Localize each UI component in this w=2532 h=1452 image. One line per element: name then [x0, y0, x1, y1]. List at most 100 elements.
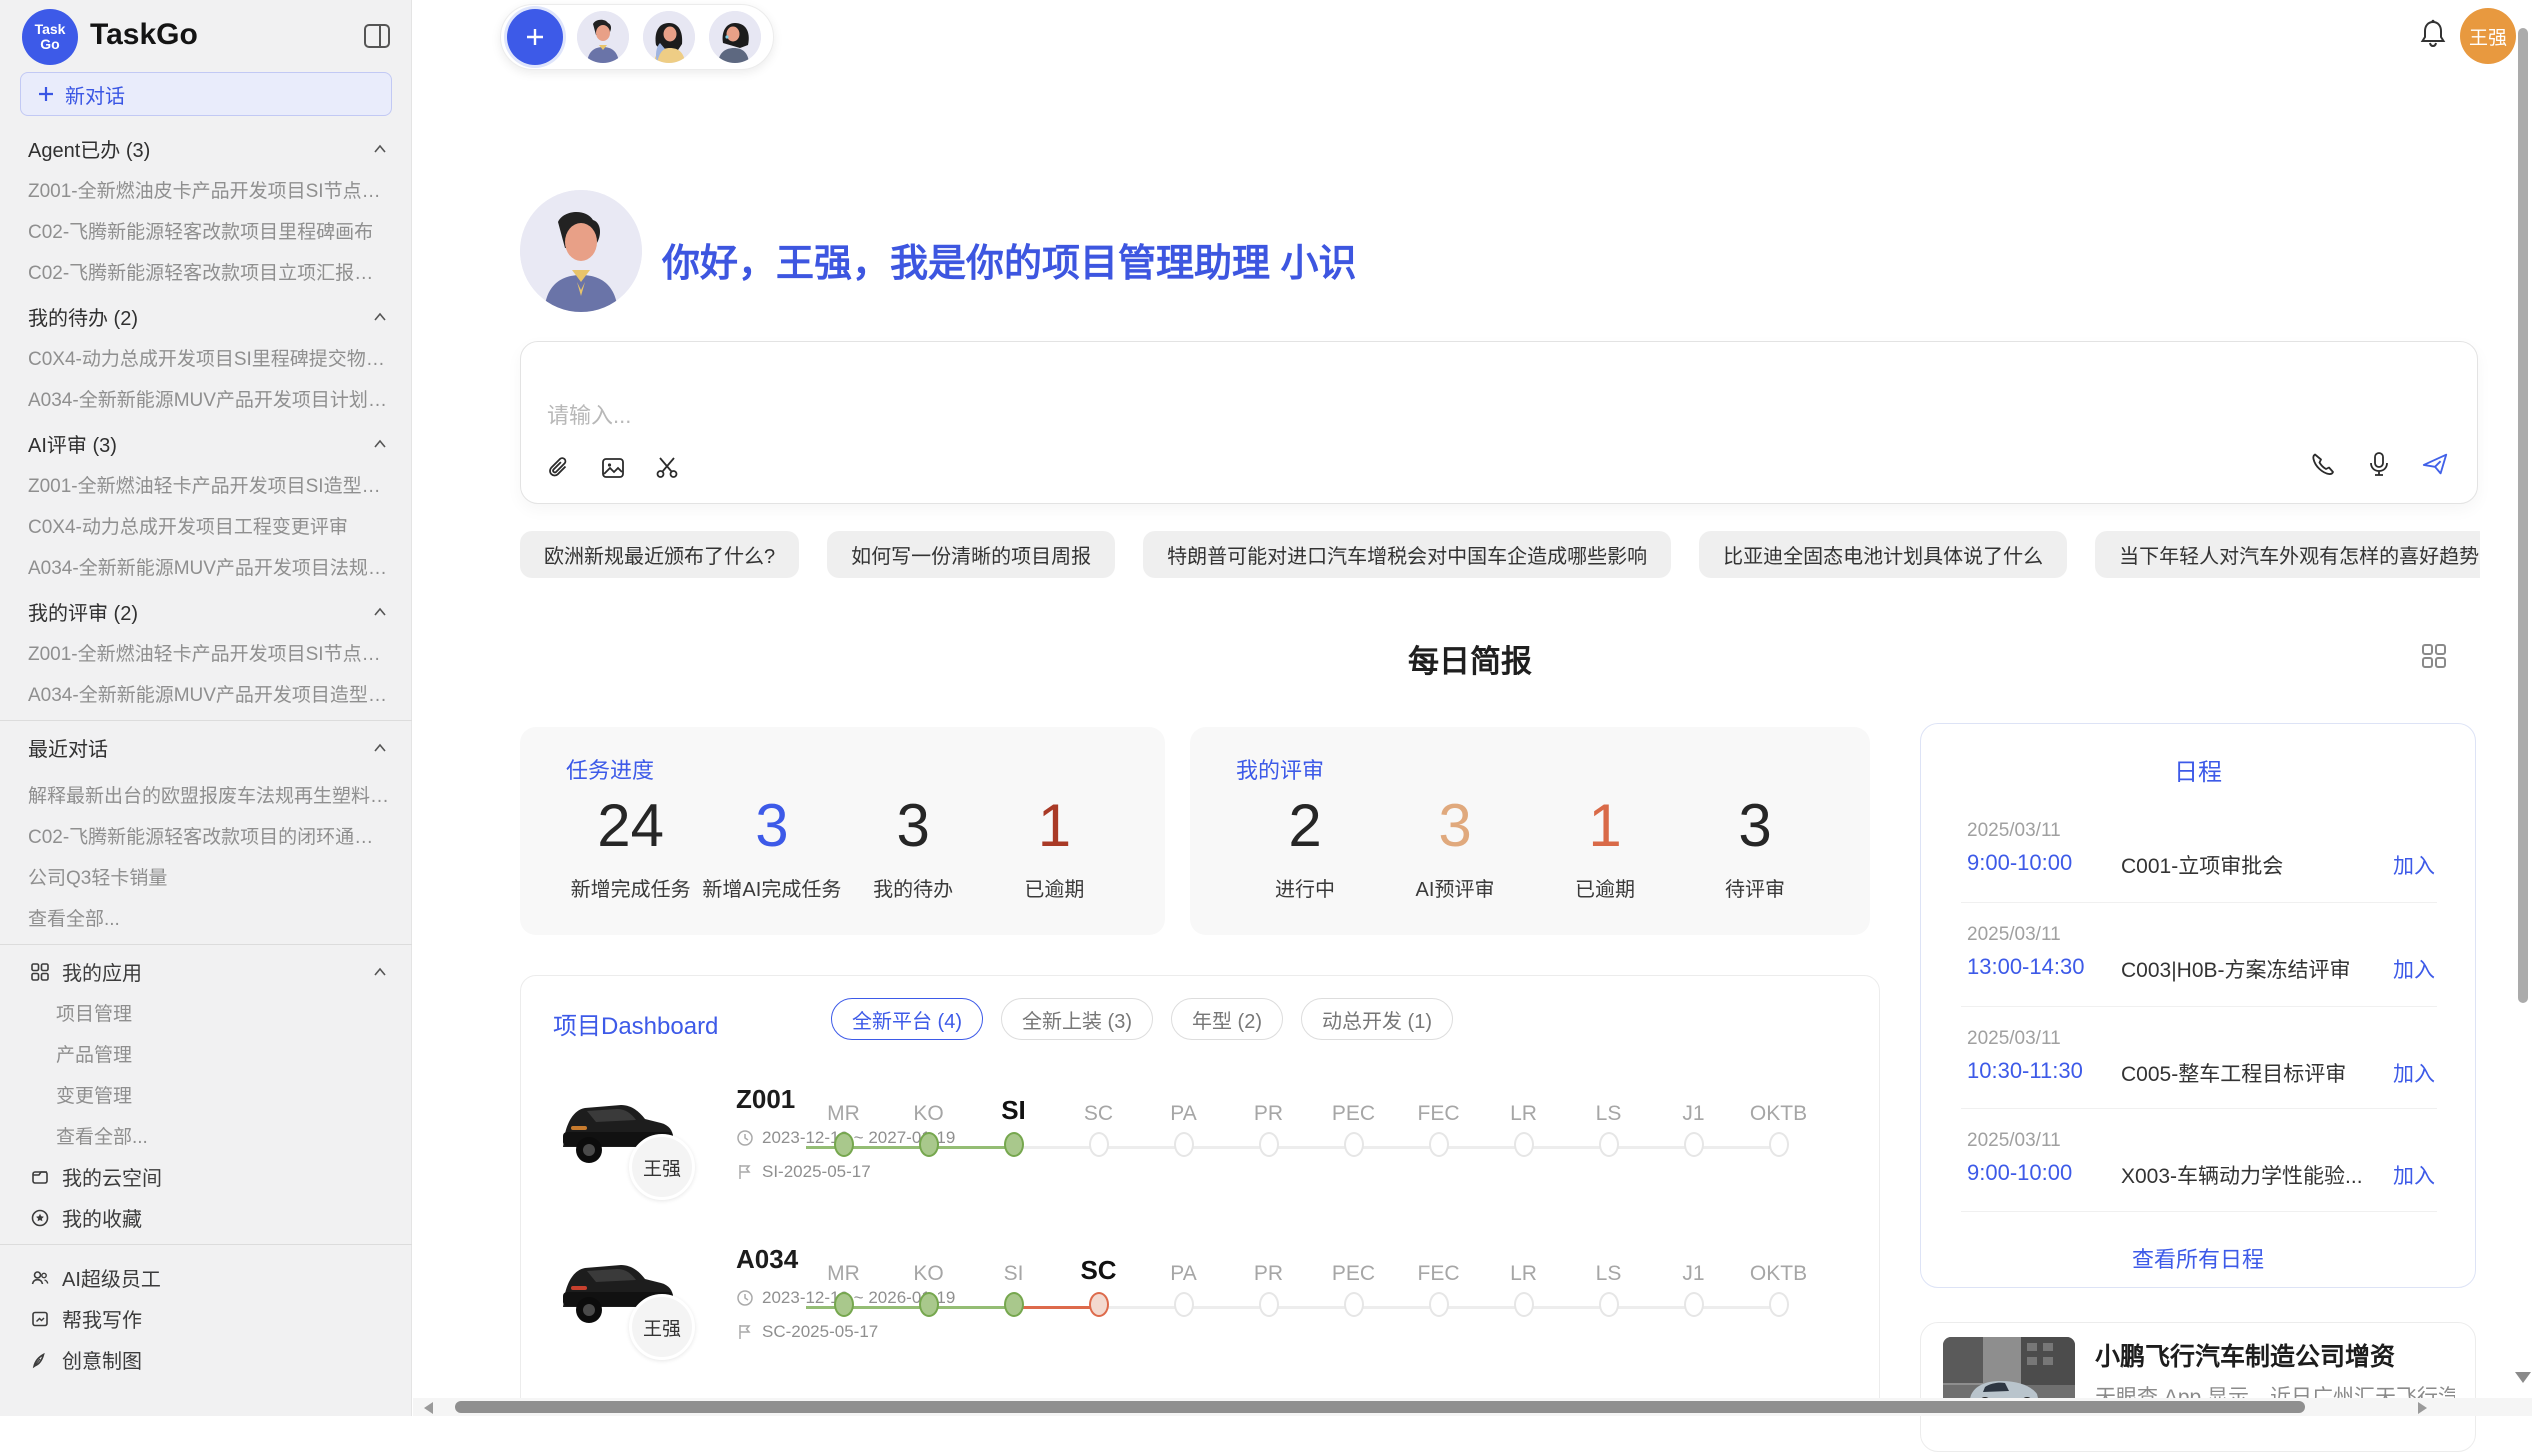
- milestone[interactable]: PR: [1226, 1248, 1311, 1317]
- attachment-icon[interactable]: [545, 454, 573, 482]
- project-row[interactable]: 王强 Z001 2023-12-19 ~ 2027-01-19 SI-2025-…: [521, 1076, 1880, 1236]
- milestone[interactable]: LS: [1566, 1088, 1651, 1157]
- sidebar-item[interactable]: Z001-全新燃油轻卡产品开发项目SI节点属性5D文件评审: [0, 632, 412, 673]
- milestone[interactable]: LR: [1481, 1088, 1566, 1157]
- milestone[interactable]: PA: [1141, 1088, 1226, 1157]
- plus-icon: [37, 85, 55, 103]
- milestone[interactable]: LR: [1481, 1248, 1566, 1317]
- sidebar-item[interactable]: C02-飞腾新能源轻客改款项目立项汇报方案: [0, 251, 412, 292]
- section-recent-chats[interactable]: 最近对话: [0, 727, 412, 768]
- milestone[interactable]: MR: [801, 1088, 886, 1157]
- send-icon[interactable]: [2421, 450, 2449, 478]
- sidebar-item[interactable]: C0X4-动力总成开发项目工程变更评审: [0, 505, 412, 546]
- milestone-label: PA: [1141, 1248, 1226, 1286]
- milestone[interactable]: KO: [886, 1248, 971, 1317]
- milestone[interactable]: SI: [971, 1088, 1056, 1157]
- tab-powertrain[interactable]: 动总开发 (1): [1301, 998, 1453, 1040]
- suggestion-chip[interactable]: 如何写一份清晰的项目周报: [827, 531, 1115, 578]
- event-date: 2025/03/11: [1967, 924, 2061, 946]
- milestone[interactable]: SI: [971, 1248, 1056, 1317]
- milestone[interactable]: PA: [1141, 1248, 1226, 1317]
- milestone[interactable]: OKTB: [1736, 1248, 1821, 1317]
- sidebar-item-favorites[interactable]: 我的收藏: [0, 1197, 412, 1238]
- recent-chat-item[interactable]: C02-飞腾新能源轻客改款项目的闭环通告反馈情况: [0, 815, 412, 856]
- milestone[interactable]: KO: [886, 1088, 971, 1157]
- milestone[interactable]: LS: [1566, 1248, 1651, 1317]
- suggestion-chip[interactable]: 欧洲新规最近颁布了什么?: [520, 531, 799, 578]
- assistant-avatar-2[interactable]: [643, 11, 695, 63]
- suggestion-chip[interactable]: 当下年轻人对汽车外观有怎样的喜好趋势: [2095, 531, 2480, 578]
- sidebar-item[interactable]: A034-全新新能源MUV产品开发项目造型可行性评审: [0, 673, 412, 714]
- section-my-todo[interactable]: 我的待办 (2): [0, 296, 412, 337]
- view-all-schedule-link[interactable]: 查看所有日程: [1921, 1242, 2475, 1274]
- app-item-product-mgmt[interactable]: 产品管理: [0, 1033, 412, 1074]
- user-avatar[interactable]: 王强: [2460, 8, 2516, 64]
- tab-new-body[interactable]: 全新上装 (3): [1001, 998, 1153, 1040]
- sidebar-item[interactable]: Z001-全新燃油皮卡产品开发项目SI节点Lesson Learn报告: [0, 169, 412, 210]
- join-link[interactable]: 加入: [2393, 954, 2435, 984]
- milestone[interactable]: FEC: [1396, 1088, 1481, 1157]
- mic-icon[interactable]: [2365, 450, 2393, 478]
- milestone[interactable]: PR: [1226, 1088, 1311, 1157]
- milestone[interactable]: PEC: [1311, 1248, 1396, 1317]
- section-ai-review[interactable]: AI评审 (3): [0, 423, 412, 464]
- sidebar-item[interactable]: A034-全新新能源MUV产品开发项目法规符合性评审: [0, 546, 412, 587]
- milestone[interactable]: MR: [801, 1248, 886, 1317]
- tab-model-year[interactable]: 年型 (2): [1171, 998, 1283, 1040]
- scroll-down-arrow[interactable]: [2515, 1372, 2531, 1383]
- milestone[interactable]: SC: [1056, 1088, 1141, 1157]
- recent-chat-item[interactable]: 解释最新出台的欧盟报废车法规再生塑料比例被调至15%...: [0, 774, 412, 815]
- milestone-dot: [1174, 1132, 1194, 1157]
- section-my-apps[interactable]: 我的应用: [0, 951, 412, 992]
- scissors-icon[interactable]: [653, 454, 681, 482]
- milestone[interactable]: J1: [1651, 1248, 1736, 1317]
- briefing-layout-icon[interactable]: [2420, 642, 2448, 670]
- recent-chat-item[interactable]: 公司Q3轻卡销量: [0, 856, 412, 897]
- tab-new-platform[interactable]: 全新平台 (4): [831, 998, 983, 1040]
- assistant-avatar-3[interactable]: [709, 11, 761, 63]
- milestone[interactable]: SC: [1056, 1248, 1141, 1317]
- horizontal-scrollbar[interactable]: [455, 1401, 2305, 1413]
- sidebar-item-ai-super-staff[interactable]: AI超级员工: [0, 1257, 412, 1298]
- suggestion-chip[interactable]: 特朗普可能对进口汽车增税会对中国车企造成哪些影响: [1143, 531, 1671, 578]
- suggestion-chip[interactable]: 比亚迪全固态电池计划具体说了什么: [1699, 531, 2067, 578]
- section-my-review[interactable]: 我的评审 (2): [0, 591, 412, 632]
- sidebar-item-creative-draw[interactable]: 创意制图: [0, 1339, 412, 1380]
- sidebar-item[interactable]: Z001-全新燃油轻卡产品开发项目SI造型提交物评审: [0, 464, 412, 505]
- apps-view-all[interactable]: 查看全部...: [0, 1115, 412, 1156]
- sidebar-item[interactable]: C0X4-动力总成开发项目SI里程碑提交物检查: [0, 337, 412, 378]
- join-link[interactable]: 加入: [2393, 1058, 2435, 1088]
- milestone[interactable]: PEC: [1311, 1088, 1396, 1157]
- assistant-switcher: [500, 4, 774, 70]
- milestone[interactable]: J1: [1651, 1088, 1736, 1157]
- sidebar-item-help-write[interactable]: 帮我写作: [0, 1298, 412, 1339]
- app-item-change-mgmt[interactable]: 变更管理: [0, 1074, 412, 1115]
- sidebar-item-cloud-space[interactable]: 我的云空间: [0, 1156, 412, 1197]
- scroll-right-arrow[interactable]: [2418, 1402, 2427, 1414]
- add-assistant-button[interactable]: [507, 9, 563, 65]
- join-link[interactable]: 加入: [2393, 1160, 2435, 1190]
- project-row[interactable]: 王强 A034 2023-12-19 ~ 2026-01-19 SC-2025-…: [521, 1236, 1880, 1396]
- vertical-scrollbar[interactable]: [2518, 28, 2528, 1003]
- input-toolbar-left: [545, 454, 681, 482]
- news-card[interactable]: 小鹏飞行汽车制造公司增资 天眼查 App 显示，近日广州汇天飞行汽...: [1920, 1322, 2476, 1452]
- app-item-project-mgmt[interactable]: 项目管理: [0, 992, 412, 1033]
- new-chat-button[interactable]: 新对话: [20, 72, 392, 116]
- assistant-avatar-1[interactable]: [577, 11, 629, 63]
- sidebar-item[interactable]: A034-全新新能源MUV产品开发项目计划变更表编写: [0, 378, 412, 419]
- plus-icon: [523, 25, 547, 49]
- section-agent-done[interactable]: Agent已办 (3): [0, 128, 412, 169]
- sidebar-item[interactable]: C02-飞腾新能源轻客改款项目里程碑画布: [0, 210, 412, 251]
- milestone[interactable]: FEC: [1396, 1248, 1481, 1317]
- app-title: TaskGo: [90, 18, 198, 52]
- image-icon[interactable]: [599, 454, 627, 482]
- notification-bell-icon[interactable]: [2418, 18, 2448, 50]
- recent-chats-view-all[interactable]: 查看全部...: [0, 897, 412, 938]
- sidebar-collapse-icon[interactable]: [363, 22, 391, 50]
- join-link[interactable]: 加入: [2393, 850, 2435, 880]
- scroll-left-arrow[interactable]: [424, 1402, 433, 1414]
- phone-icon[interactable]: [2309, 450, 2337, 478]
- daily-briefing-title: 每日简报: [520, 636, 2420, 681]
- milestone[interactable]: OKTB: [1736, 1088, 1821, 1157]
- chat-input-box[interactable]: 请输入...: [520, 341, 2478, 504]
